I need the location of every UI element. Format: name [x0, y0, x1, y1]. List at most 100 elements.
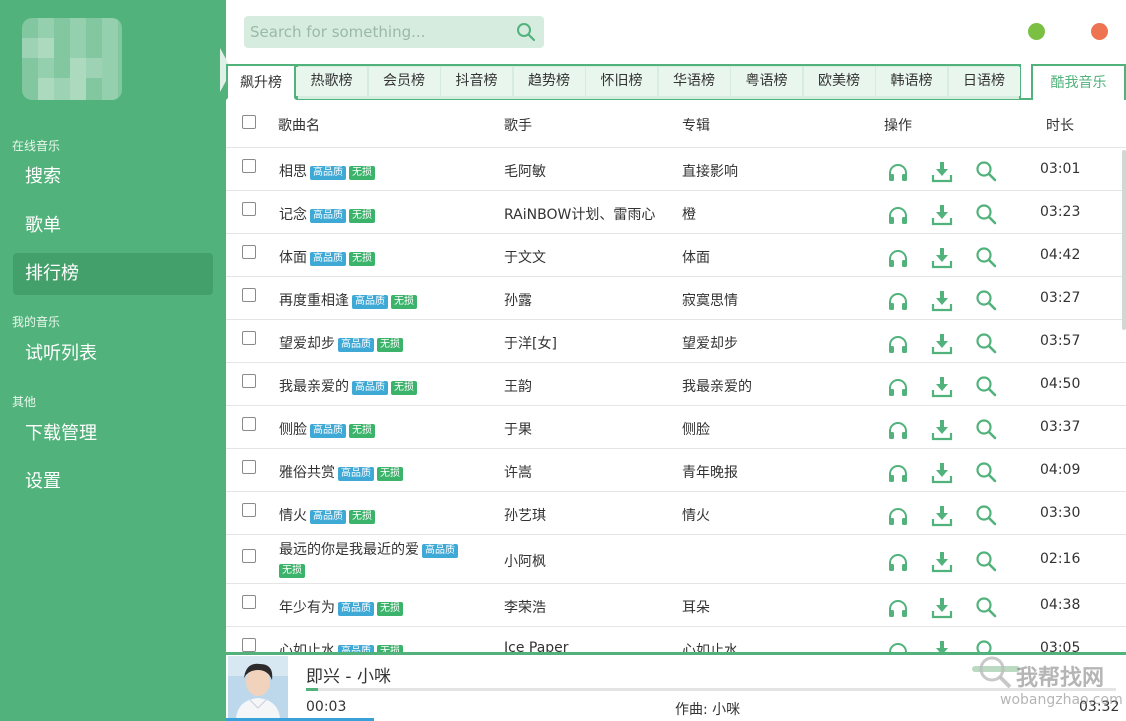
tag-high-quality: 高品质: [310, 252, 346, 266]
row-checkbox[interactable]: [242, 503, 256, 517]
row-checkbox[interactable]: [242, 374, 256, 388]
song-title: 体面: [279, 250, 307, 266]
sidebar-item-charts[interactable]: 排行榜: [13, 253, 213, 295]
download-icon[interactable]: [930, 418, 954, 442]
download-icon[interactable]: [930, 639, 954, 652]
table-row[interactable]: 年少有为 高品质 无损 李荣浩 耳朵 04:38: [226, 584, 1126, 627]
song-album: 寂寞思情: [682, 293, 738, 309]
download-icon[interactable]: [930, 461, 954, 485]
close-button[interactable]: [1091, 23, 1108, 40]
progress-bar[interactable]: [306, 688, 1116, 691]
song-name: 相思 高品质 无损: [279, 161, 375, 181]
headphones-icon[interactable]: [886, 289, 910, 313]
sidebar-item-search[interactable]: 搜索: [13, 156, 213, 198]
select-all-checkbox[interactable]: [242, 115, 256, 129]
magnifier-icon[interactable]: [974, 549, 998, 573]
headphones-icon[interactable]: [886, 639, 910, 652]
table-header: 歌曲名 歌手 专辑 操作 时长: [226, 100, 1126, 148]
song-album: 耳朵: [682, 600, 710, 616]
table-row[interactable]: 情火 高品质 无损 孙艺琪 情火 03:30: [226, 492, 1126, 535]
sidebar-item-settings[interactable]: 设置: [13, 461, 213, 503]
headphones-icon[interactable]: [886, 418, 910, 442]
tab-3[interactable]: 抖音榜: [441, 67, 512, 96]
headphones-icon[interactable]: [886, 160, 910, 184]
search-input[interactable]: [250, 20, 510, 44]
table-row[interactable]: 望爱却步 高品质 无损 于洋[女] 望爱却步 03:57: [226, 320, 1126, 363]
row-checkbox[interactable]: [242, 202, 256, 216]
tab-9[interactable]: 韩语榜: [876, 67, 947, 96]
magnifier-icon[interactable]: [974, 159, 998, 183]
tab-4[interactable]: 趋势榜: [513, 67, 585, 96]
row-checkbox[interactable]: [242, 159, 256, 173]
table-row[interactable]: 体面 高品质 无损 于文文 体面 04:42: [226, 234, 1126, 277]
magnifier-icon[interactable]: [974, 374, 998, 398]
song-name: 年少有为 高品质 无损: [279, 597, 403, 617]
magnifier-icon[interactable]: [974, 460, 998, 484]
row-checkbox[interactable]: [242, 638, 256, 652]
sidebar-item-playlist[interactable]: 歌单: [13, 205, 213, 247]
row-checkbox[interactable]: [242, 288, 256, 302]
magnifier-icon[interactable]: [974, 595, 998, 619]
magnifier-icon[interactable]: [974, 503, 998, 527]
row-checkbox[interactable]: [242, 331, 256, 345]
song-name: 体面 高品质 无损: [279, 247, 375, 267]
magnifier-icon[interactable]: [974, 245, 998, 269]
row-checkbox[interactable]: [242, 245, 256, 259]
headphones-icon[interactable]: [886, 203, 910, 227]
row-checkbox[interactable]: [242, 417, 256, 431]
song-name: 雅俗共赏 高品质 无损: [279, 462, 403, 482]
tab-5[interactable]: 怀旧榜: [586, 67, 657, 96]
search-icon[interactable]: [516, 22, 536, 42]
table-row[interactable]: 心如止水 高品质 无损 Ice Paper 心如止水 03:05: [226, 627, 1126, 652]
song-album: 直接影响: [682, 164, 738, 180]
magnifier-icon[interactable]: [974, 417, 998, 441]
download-icon[interactable]: [930, 504, 954, 528]
sidebar-item-listen-list[interactable]: 试听列表: [13, 333, 213, 375]
table-row[interactable]: 最远的你是我最近的爱 高品质 无损 小阿枫 02:16: [226, 535, 1126, 584]
headphones-icon[interactable]: [886, 596, 910, 620]
download-icon[interactable]: [930, 203, 954, 227]
magnifier-icon[interactable]: [974, 638, 998, 652]
tab-kuwo-music[interactable]: 酷我音乐: [1031, 64, 1126, 100]
tag-lossless: 无损: [349, 252, 375, 266]
headphones-icon[interactable]: [886, 461, 910, 485]
magnifier-icon[interactable]: [974, 288, 998, 312]
tab-10[interactable]: 日语榜: [948, 67, 1020, 96]
table-row[interactable]: 相思 高品质 无损 毛阿敏 直接影响 03:01: [226, 148, 1126, 191]
row-checkbox[interactable]: [242, 460, 256, 474]
table-row[interactable]: 记念 高品质 无损 RAiNBOW计划、雷雨心 橙 03:23: [226, 191, 1126, 234]
download-icon[interactable]: [930, 160, 954, 184]
download-icon[interactable]: [930, 596, 954, 620]
table-row[interactable]: 侧脸 高品质 无损 于果 侧脸 03:37: [226, 406, 1126, 449]
row-checkbox[interactable]: [242, 595, 256, 609]
headphones-icon[interactable]: [886, 550, 910, 574]
magnifier-icon[interactable]: [974, 331, 998, 355]
song-duration: 03:23: [1040, 204, 1081, 220]
headphones-icon[interactable]: [886, 332, 910, 356]
download-icon[interactable]: [930, 550, 954, 574]
tab-8[interactable]: 欧美榜: [803, 67, 875, 96]
tab-1[interactable]: 热歌榜: [296, 67, 367, 96]
download-icon[interactable]: [930, 246, 954, 270]
tab-2[interactable]: 会员榜: [368, 67, 440, 96]
headphones-icon[interactable]: [886, 246, 910, 270]
sidebar-item-downloads[interactable]: 下载管理: [13, 413, 213, 455]
minimize-button[interactable]: [1028, 23, 1045, 40]
magnifier-icon[interactable]: [974, 202, 998, 226]
album-cover[interactable]: [228, 656, 288, 718]
row-checkbox[interactable]: [242, 549, 256, 563]
headphones-icon[interactable]: [886, 375, 910, 399]
tab-6[interactable]: 华语榜: [658, 67, 730, 96]
download-icon[interactable]: [930, 332, 954, 356]
song-title: 年少有为: [279, 600, 335, 616]
download-icon[interactable]: [930, 289, 954, 313]
tag-lossless: 无损: [349, 209, 375, 223]
tab-0[interactable]: 飙升榜: [226, 64, 296, 100]
table-row[interactable]: 我最亲爱的 高品质 无损 王韵 我最亲爱的 04:50: [226, 363, 1126, 406]
table-scrollbar[interactable]: [1122, 150, 1126, 330]
headphones-icon[interactable]: [886, 504, 910, 528]
tab-7[interactable]: 粤语榜: [731, 67, 802, 96]
table-row[interactable]: 再度重相逢 高品质 无损 孙露 寂寞思情 03:27: [226, 277, 1126, 320]
table-row[interactable]: 雅俗共赏 高品质 无损 许嵩 青年晚报 04:09: [226, 449, 1126, 492]
download-icon[interactable]: [930, 375, 954, 399]
